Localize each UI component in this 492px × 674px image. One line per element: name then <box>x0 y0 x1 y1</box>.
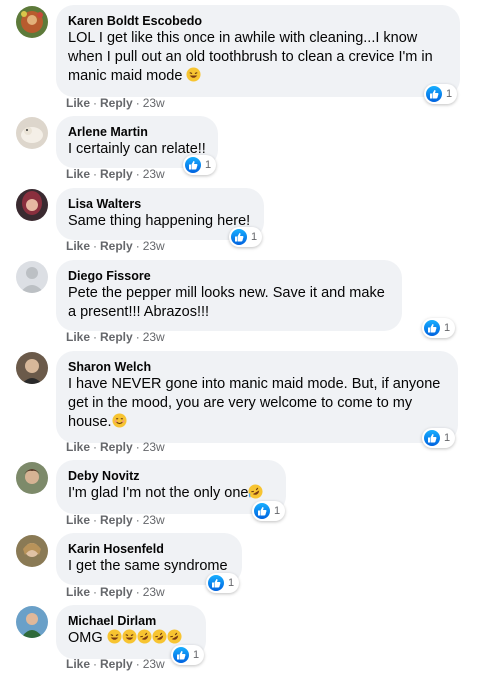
comment-actions: Like · Reply · 23w <box>66 330 165 344</box>
reaction-number: 1 <box>444 432 451 444</box>
reaction-count[interactable]: 1 <box>252 501 286 521</box>
like-link[interactable]: Like <box>66 657 90 671</box>
comment-author[interactable]: Sharon Welch <box>68 359 446 375</box>
laughing-emoji-icon <box>107 629 122 650</box>
reaction-count[interactable]: 1 <box>422 318 456 338</box>
timestamp[interactable]: 23w <box>143 657 165 671</box>
reaction-number: 1 <box>274 505 281 517</box>
comment-author[interactable]: Deby Novitz <box>68 468 274 484</box>
timestamp[interactable]: 23w <box>143 330 165 344</box>
like-link[interactable]: Like <box>66 239 90 253</box>
comment-text: I have NEVER gone into manic maid mode. … <box>68 375 446 434</box>
reaction-count[interactable]: 1 <box>422 428 456 448</box>
comment-bubble: Diego Fissore Pete the pepper mill looks… <box>56 260 402 331</box>
timestamp[interactable]: 23w <box>143 585 165 599</box>
smiling-emoji-icon <box>112 413 127 434</box>
timestamp[interactable]: 23w <box>143 239 165 253</box>
avatar[interactable] <box>16 189 48 221</box>
like-link[interactable]: Like <box>66 585 90 599</box>
like-link[interactable]: Like <box>66 440 90 454</box>
comment-text: LOL I get like this once in awhile with … <box>68 29 448 88</box>
comment-author[interactable]: Michael Dirlam <box>68 613 194 629</box>
like-link[interactable]: Like <box>66 330 90 344</box>
reaction-number: 1 <box>205 159 212 171</box>
reply-link[interactable]: Reply <box>100 239 133 253</box>
reaction-number: 1 <box>193 649 200 661</box>
reaction-count[interactable]: 1 <box>206 573 240 593</box>
reaction-count[interactable]: 1 <box>229 227 263 247</box>
timestamp[interactable]: 23w <box>143 513 165 527</box>
avatar[interactable] <box>16 462 48 494</box>
comment-bubble: Deby Novitz I'm glad I'm not the only on… <box>56 460 286 514</box>
reaction-number: 1 <box>444 322 451 334</box>
comment-actions: Like · Reply · 23w <box>66 657 165 671</box>
comment-author[interactable]: Karin Hosenfeld <box>68 541 230 557</box>
reply-link[interactable]: Reply <box>100 585 133 599</box>
timestamp[interactable]: 23w <box>143 167 165 181</box>
rofl-emoji-icon <box>152 629 167 650</box>
reaction-count[interactable]: 1 <box>183 155 217 175</box>
laughing-emoji-icon <box>186 67 201 88</box>
comment-actions: Like · Reply · 23w <box>66 585 165 599</box>
reply-link[interactable]: Reply <box>100 657 133 671</box>
avatar[interactable] <box>16 6 48 38</box>
like-reaction-icon <box>426 86 442 102</box>
comment-text: Pete the pepper mill looks new. Save it … <box>68 285 385 320</box>
reply-link[interactable]: Reply <box>100 167 133 181</box>
reply-link[interactable]: Reply <box>100 513 133 527</box>
reaction-number: 1 <box>446 88 453 100</box>
timestamp[interactable]: 23w <box>143 440 165 454</box>
laughing-emoji-icon <box>122 629 137 650</box>
avatar[interactable] <box>16 535 48 567</box>
like-link[interactable]: Like <box>66 167 90 181</box>
comment-bubble: Sharon Welch I have NEVER gone into mani… <box>56 351 458 443</box>
reply-link[interactable]: Reply <box>100 440 133 454</box>
avatar[interactable] <box>16 261 48 293</box>
timestamp[interactable]: 23w <box>143 96 165 110</box>
comment-text: I certainly can relate!! <box>68 141 206 157</box>
comment-text: I'm glad I'm not the only one <box>68 484 274 505</box>
reply-link[interactable]: Reply <box>100 330 133 344</box>
comment-text: I get the same syndrome <box>68 558 228 574</box>
comment-author[interactable]: Diego Fissore <box>68 268 390 284</box>
comment-actions: Like · Reply · 23w <box>66 96 165 110</box>
comment-author[interactable]: Karen Boldt Escobedo <box>68 13 448 29</box>
comment-actions: Like · Reply · 23w <box>66 440 165 454</box>
like-link[interactable]: Like <box>66 96 90 110</box>
avatar[interactable] <box>16 117 48 149</box>
like-reaction-icon <box>254 503 270 519</box>
like-reaction-icon <box>185 157 201 173</box>
comment-author[interactable]: Arlene Martin <box>68 124 206 140</box>
reaction-count[interactable]: 1 <box>424 84 458 104</box>
like-reaction-icon <box>424 430 440 446</box>
reaction-number: 1 <box>251 231 258 243</box>
like-reaction-icon <box>231 229 247 245</box>
comment-actions: Like · Reply · 23w <box>66 239 165 253</box>
avatar[interactable] <box>16 606 48 638</box>
like-reaction-icon <box>208 575 224 591</box>
comment-bubble: Karen Boldt Escobedo LOL I get like this… <box>56 5 460 97</box>
reply-link[interactable]: Reply <box>100 96 133 110</box>
comment-text: Same thing happening here! <box>68 213 251 229</box>
rofl-emoji-icon <box>137 629 152 650</box>
comment-author[interactable]: Lisa Walters <box>68 196 252 212</box>
reaction-number: 1 <box>228 577 235 589</box>
like-link[interactable]: Like <box>66 513 90 527</box>
comment-actions: Like · Reply · 23w <box>66 513 165 527</box>
avatar[interactable] <box>16 352 48 384</box>
like-reaction-icon <box>424 320 440 336</box>
comment-actions: Like · Reply · 23w <box>66 167 165 181</box>
like-reaction-icon <box>173 647 189 663</box>
reaction-count[interactable]: 1 <box>171 645 205 665</box>
